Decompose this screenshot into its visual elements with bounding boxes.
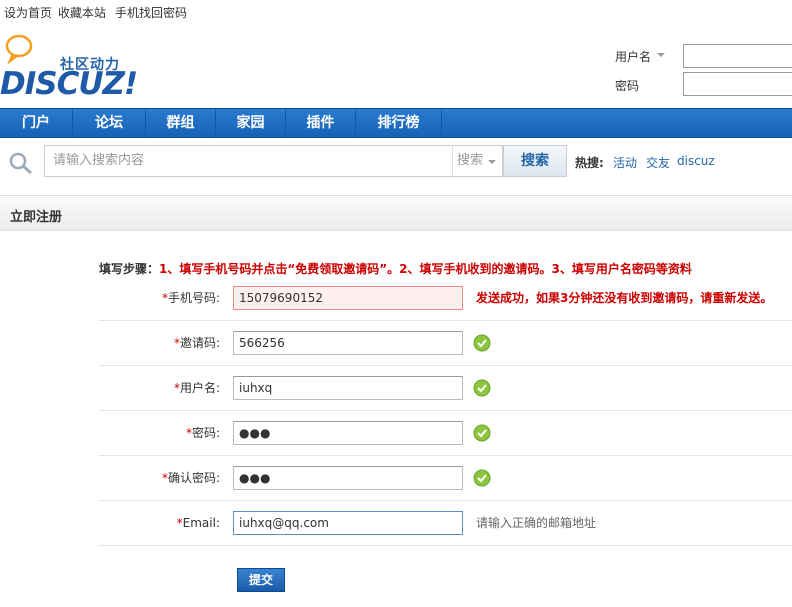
password-field[interactable]: ●●● (233, 421, 463, 445)
phone-field[interactable]: 15079690152 (233, 286, 463, 310)
email-label: *Email: (176, 516, 220, 530)
invite-label: *邀请码: (173, 336, 220, 350)
check-icon (473, 334, 491, 352)
hot-link-dating[interactable]: 交友 (646, 154, 670, 171)
check-icon (473, 379, 491, 397)
password-field-label: *密码: (185, 426, 220, 440)
hot-link-discuz[interactable]: discuz (677, 154, 715, 168)
login-password-input[interactable] (683, 72, 792, 96)
hot-link-activity[interactable]: 活动 (613, 154, 637, 171)
nav-item-group[interactable]: 群组 (146, 109, 216, 137)
form-row-invite: *邀请码: 566256 (99, 321, 792, 366)
submit-button[interactable]: 提交 (237, 568, 285, 592)
invite-code-field[interactable]: 566256 (233, 331, 463, 355)
logo-wordmark[interactable]: DISCUZ! (0, 66, 138, 102)
steps-label: 填写步骤： (99, 262, 160, 276)
login-username-input[interactable] (683, 44, 792, 68)
form-row-password: *密码: ●●● (99, 411, 792, 456)
search-icon (9, 152, 32, 175)
confirm-password-field[interactable]: ●●● (233, 466, 463, 490)
hot-search-label: 热搜: (575, 156, 604, 170)
speech-bulb-icon (5, 34, 33, 64)
steps-instructions: 填写步骤：1、填写手机号码并点击“免费领取邀请码”。2、填写手机收到的邀请码。3… (99, 260, 692, 277)
steps-text: 1、填写手机号码并点击“免费领取邀请码”。2、填写手机收到的邀请码。3、填写用户… (159, 262, 692, 276)
form-row-confirm: *确认密码: ●●● (99, 456, 792, 501)
form-row-email: *Email: iuhxq@qq.com 请输入正确的邮箱地址 (99, 501, 792, 546)
section-header: 立即注册 (0, 195, 792, 231)
nav-item-ranking[interactable]: 排行榜 (356, 109, 442, 137)
password-label: 密码 (615, 79, 640, 93)
chevron-down-icon[interactable] (657, 53, 665, 57)
username-field-label: *用户名: (173, 381, 220, 395)
nav-item-forum[interactable]: 论坛 (73, 109, 146, 137)
email-tip: 请输入正确的邮箱地址 (476, 516, 597, 530)
bookmark-link[interactable]: 收藏本站 (58, 4, 106, 21)
search-bar: 请输入搜索内容 搜索 搜索 热搜: 活动 交友 discuz (0, 141, 792, 181)
email-field[interactable]: iuhxq@qq.com (233, 511, 463, 535)
set-home-link[interactable]: 设为首页 (4, 4, 52, 21)
search-button[interactable]: 搜索 (503, 145, 567, 177)
username-field[interactable]: iuhxq (233, 376, 463, 400)
main-nav: 门户 论坛 群组 家园 插件 排行榜 (0, 108, 792, 138)
form-row-phone: *手机号码: 15079690152 发送成功，如果3分钟还没有收到邀请码，请重… (99, 276, 792, 321)
nav-item-portal[interactable]: 门户 (0, 109, 73, 137)
username-label: 用户名 (615, 50, 652, 64)
phone-recover-link[interactable]: 手机找回密码 (115, 4, 187, 21)
check-icon (473, 469, 491, 487)
phone-tip: 发送成功，如果3分钟还没有收到邀请码，请重新发送。 (476, 291, 773, 305)
header: 社区动力 DISCUZ! 用户名 密码 (0, 22, 792, 108)
nav-item-home[interactable]: 家园 (216, 109, 286, 137)
confirm-password-label: *确认密码: (161, 471, 220, 485)
phone-label: *手机号码: (161, 291, 220, 305)
nav-item-plugin[interactable]: 插件 (286, 109, 356, 137)
top-bar: 设为首页 收藏本站 手机找回密码 (0, 0, 792, 22)
form-row-username: *用户名: iuhxq (99, 366, 792, 411)
chevron-down-icon[interactable] (488, 160, 496, 164)
search-input[interactable]: 请输入搜索内容 (44, 145, 452, 177)
check-icon (473, 424, 491, 442)
page-title: 立即注册 (10, 210, 63, 225)
